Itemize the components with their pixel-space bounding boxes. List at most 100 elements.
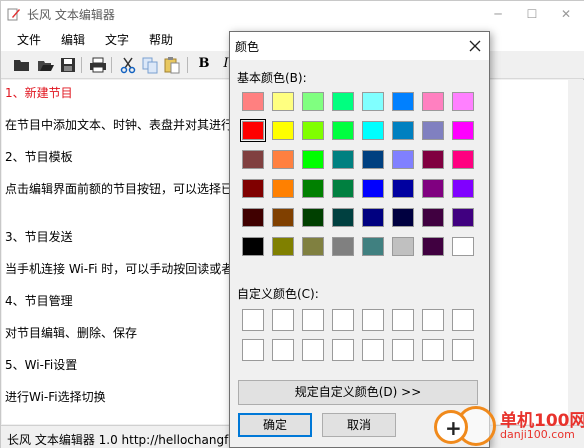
- custom-color-swatch[interactable]: [242, 309, 264, 331]
- color-swatch[interactable]: [452, 179, 474, 198]
- custom-color-swatch[interactable]: [242, 339, 264, 361]
- cut-icon[interactable]: [119, 56, 137, 74]
- color-swatch[interactable]: [272, 237, 294, 256]
- color-swatch[interactable]: [362, 237, 384, 256]
- color-swatch[interactable]: [332, 237, 354, 256]
- color-swatch[interactable]: [272, 92, 294, 111]
- color-swatch[interactable]: [422, 208, 444, 227]
- custom-colors-label: 自定义颜色(C):: [237, 287, 319, 301]
- color-swatch[interactable]: [362, 92, 384, 111]
- color-swatch[interactable]: [302, 150, 324, 169]
- custom-color-swatch[interactable]: [422, 339, 444, 361]
- color-swatch[interactable]: [332, 92, 354, 111]
- menu-help[interactable]: 帮助: [149, 31, 173, 48]
- dialog-title-bar: 颜色: [230, 32, 489, 60]
- menu-file[interactable]: 文件: [17, 31, 41, 48]
- editor-line: 2、节目模板: [5, 150, 73, 164]
- maximize-button[interactable]: ☐: [515, 1, 549, 27]
- custom-color-swatch[interactable]: [392, 309, 414, 331]
- color-swatch[interactable]: [392, 179, 414, 198]
- color-swatch[interactable]: [332, 208, 354, 227]
- bold-icon[interactable]: B: [195, 56, 213, 74]
- color-swatch[interactable]: [302, 237, 324, 256]
- custom-color-swatch[interactable]: [452, 339, 474, 361]
- color-swatch[interactable]: [302, 121, 324, 140]
- color-swatch[interactable]: [272, 150, 294, 169]
- close-icon[interactable]: [464, 35, 486, 57]
- color-swatch[interactable]: [452, 208, 474, 227]
- toolbar-separator: [81, 57, 82, 73]
- custom-color-swatch[interactable]: [362, 339, 384, 361]
- print-icon[interactable]: [89, 56, 107, 74]
- color-swatch[interactable]: [332, 179, 354, 198]
- editor-line: 3、节目发送: [5, 230, 73, 244]
- color-swatch[interactable]: [332, 121, 354, 140]
- color-swatch[interactable]: [452, 92, 474, 111]
- custom-color-swatch[interactable]: [302, 309, 324, 331]
- color-swatch[interactable]: [302, 179, 324, 198]
- basic-colors-label: 基本颜色(B):: [237, 71, 307, 85]
- custom-color-swatch[interactable]: [272, 309, 294, 331]
- vertical-scrollbar[interactable]: [568, 80, 584, 424]
- custom-color-swatch[interactable]: [272, 339, 294, 361]
- custom-color-swatch[interactable]: [332, 309, 354, 331]
- color-swatch[interactable]: [240, 119, 266, 142]
- watermark-url: danji100.com: [500, 428, 575, 441]
- minimize-button[interactable]: ─: [481, 1, 515, 27]
- editor-line: 1、新建节目: [5, 86, 73, 100]
- color-swatch[interactable]: [452, 121, 474, 140]
- custom-color-swatch[interactable]: [302, 339, 324, 361]
- color-swatch[interactable]: [272, 208, 294, 227]
- close-window-button[interactable]: ✕: [549, 1, 583, 27]
- color-swatch[interactable]: [272, 121, 294, 140]
- color-swatch[interactable]: [242, 237, 264, 256]
- color-swatch[interactable]: [242, 92, 264, 111]
- dialog-title: 颜色: [235, 40, 260, 54]
- cancel-button[interactable]: 取消: [322, 413, 396, 437]
- paste-icon[interactable]: [163, 56, 181, 74]
- color-swatch[interactable]: [242, 150, 264, 169]
- editor-line: 进行Wi-Fi选择切换: [5, 390, 106, 404]
- color-swatch[interactable]: [392, 150, 414, 169]
- color-swatch[interactable]: [362, 121, 384, 140]
- editor-line: 在节目中添加文本、时钟、表盘并对其进行: [5, 118, 234, 132]
- color-swatch[interactable]: [422, 150, 444, 169]
- color-swatch[interactable]: [422, 179, 444, 198]
- save-icon[interactable]: [59, 56, 77, 74]
- color-swatch[interactable]: [302, 208, 324, 227]
- color-swatch[interactable]: [242, 208, 264, 227]
- toolbar-separator: [187, 57, 188, 73]
- color-swatch[interactable]: [362, 179, 384, 198]
- open-file-icon[interactable]: [37, 56, 55, 74]
- open-folder-icon[interactable]: [13, 56, 31, 74]
- custom-color-swatch[interactable]: [362, 309, 384, 331]
- color-swatch[interactable]: [302, 92, 324, 111]
- ok-button[interactable]: 确定: [238, 413, 312, 437]
- editor-line: 点击编辑界面前额的节目按钮，可以选择已: [5, 182, 234, 196]
- color-swatch[interactable]: [272, 179, 294, 198]
- color-swatch[interactable]: [452, 150, 474, 169]
- color-swatch[interactable]: [392, 208, 414, 227]
- color-swatch[interactable]: [242, 179, 264, 198]
- color-swatch[interactable]: [422, 237, 444, 256]
- window-title: 长风 文本编辑器: [27, 8, 115, 22]
- color-swatch[interactable]: [422, 121, 444, 140]
- copy-icon[interactable]: [141, 56, 159, 74]
- title-bar: 长风 文本编辑器 ─ ☐ ✕: [1, 1, 584, 27]
- color-swatch[interactable]: [392, 121, 414, 140]
- menu-edit[interactable]: 编辑: [61, 31, 85, 48]
- color-swatch[interactable]: [332, 150, 354, 169]
- custom-color-swatch[interactable]: [392, 339, 414, 361]
- custom-color-swatch[interactable]: [332, 339, 354, 361]
- menu-text[interactable]: 文字: [105, 31, 129, 48]
- custom-color-swatch[interactable]: [452, 309, 474, 331]
- watermark-logo: + 单机100网 danji100.com: [432, 404, 584, 448]
- color-swatch[interactable]: [362, 208, 384, 227]
- color-swatch[interactable]: [422, 92, 444, 111]
- color-swatch[interactable]: [362, 150, 384, 169]
- custom-color-swatch[interactable]: [422, 309, 444, 331]
- color-swatch[interactable]: [452, 237, 474, 256]
- color-swatch[interactable]: [392, 92, 414, 111]
- color-swatch[interactable]: [392, 237, 414, 256]
- define-custom-colors-button[interactable]: 规定自定义颜色(D) >>: [238, 380, 478, 405]
